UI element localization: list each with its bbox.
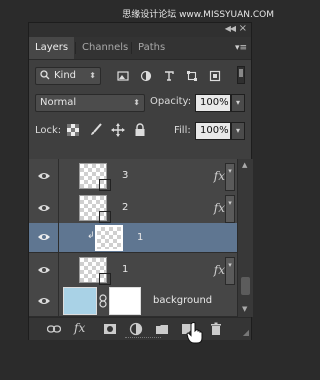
filter-toggle[interactable] xyxy=(237,66,245,84)
layer-thumbnail xyxy=(95,225,123,251)
panel-title-bar: ◀◀ × xyxy=(29,23,251,37)
chevron-updown-icon: ⬍ xyxy=(89,71,96,80)
row-separator xyxy=(58,223,59,252)
lock-label: Lock: xyxy=(35,125,62,136)
expand-effects-arrow[interactable]: ▾ xyxy=(225,195,235,223)
tab-paths[interactable]: Paths xyxy=(132,37,171,59)
tab-layers[interactable]: Layers xyxy=(29,37,75,59)
blend-mode-value: Normal xyxy=(40,97,77,108)
clipping-mask-arrow-icon: ↲ xyxy=(87,231,95,241)
corner-resize-grip-icon[interactable]: ◢ xyxy=(243,328,249,337)
mask-link-icon[interactable] xyxy=(99,294,107,308)
visibility-eye-icon[interactable] xyxy=(37,171,51,181)
row-separator xyxy=(58,285,59,316)
layer-row-1-selected[interactable]: ↲ 1 xyxy=(29,223,237,253)
new-adjustment-layer-icon[interactable] xyxy=(129,322,143,336)
collapse-icon[interactable]: ◀◀ xyxy=(225,24,236,33)
panel-resize-grip[interactable] xyxy=(125,337,161,340)
opacity-slider-button[interactable]: ▾ xyxy=(231,94,245,112)
visibility-eye-icon[interactable] xyxy=(37,265,51,275)
scroll-down-icon[interactable]: ▼ xyxy=(242,305,247,313)
panel-tabs: Layers Channels Paths ▾≡ xyxy=(29,37,251,60)
fill-input[interactable]: 100% xyxy=(195,122,231,140)
layer-row-3[interactable]: 3 fx ▾ xyxy=(29,159,237,195)
panel-menu-icon[interactable]: ▾≡ xyxy=(235,43,247,53)
row-separator xyxy=(58,253,59,288)
hand-pointer-cursor-icon xyxy=(186,322,203,344)
opacity-label: Opacity: xyxy=(150,96,192,107)
fill-slider-button[interactable]: ▾ xyxy=(231,122,245,140)
background-thumbnail xyxy=(63,287,97,315)
lock-image-pixels-icon[interactable] xyxy=(89,123,103,137)
layer-name[interactable]: 1 xyxy=(122,264,128,275)
row-separator xyxy=(58,159,59,194)
scroll-up-icon[interactable]: ▲ xyxy=(242,161,247,169)
add-layer-mask-icon[interactable] xyxy=(103,322,117,336)
expand-effects-arrow[interactable]: ▾ xyxy=(225,257,235,285)
layer-name[interactable]: 1 xyxy=(137,232,143,243)
type-filter-icon[interactable] xyxy=(163,70,175,82)
vector-mask-badge xyxy=(99,273,111,285)
layer-effects-icon[interactable]: fx xyxy=(214,201,225,215)
filter-kind-label: Kind xyxy=(54,70,77,81)
layer-name[interactable]: 2 xyxy=(122,202,128,213)
layer-row-1[interactable]: 1 fx ▾ xyxy=(29,253,237,289)
watermark: 思缘设计论坛 www.MISSYUAN.COM xyxy=(122,10,274,20)
visibility-eye-icon[interactable] xyxy=(37,296,51,306)
chevron-updown-icon: ⬍ xyxy=(133,98,140,107)
delete-layer-trash-icon[interactable] xyxy=(209,322,223,336)
layer-effects-icon[interactable]: fx xyxy=(214,169,225,183)
tab-channels[interactable]: Channels xyxy=(76,37,134,59)
close-icon[interactable]: × xyxy=(239,23,247,34)
visibility-eye-icon[interactable] xyxy=(37,203,51,213)
layers-list: 3 fx ▾ 2 fx ▾ ↲ 1 1 fx ▾ background xyxy=(29,159,237,317)
blend-mode-dropdown[interactable]: Normal ⬍ xyxy=(35,94,145,112)
fill-label: Fill: xyxy=(174,125,191,136)
layers-scrollbar[interactable]: ▲ ▼ xyxy=(237,159,253,317)
vector-mask-badge xyxy=(99,211,111,223)
layers-bottom-toolbar: fx ◢ xyxy=(29,317,251,340)
add-layer-style-icon[interactable]: fx xyxy=(74,321,85,335)
shape-filter-icon[interactable] xyxy=(186,70,198,82)
lock-transparent-pixels-icon[interactable] xyxy=(67,124,79,136)
adjustment-filter-icon[interactable] xyxy=(140,70,152,82)
layer-name[interactable]: background xyxy=(153,295,212,306)
layers-panel: ◀◀ × Layers Channels Paths ▾≡ Kind ⬍ Nor… xyxy=(28,22,253,340)
search-icon xyxy=(40,68,50,88)
lock-position-icon[interactable] xyxy=(111,123,125,137)
layer-effects-icon[interactable]: fx xyxy=(214,263,225,277)
layer-row-2[interactable]: 2 fx ▾ xyxy=(29,191,237,227)
layer-name[interactable]: 3 xyxy=(122,170,128,181)
expand-effects-arrow[interactable]: ▾ xyxy=(225,163,235,191)
visibility-eye-icon[interactable] xyxy=(37,232,51,242)
filter-kind-dropdown[interactable]: Kind ⬍ xyxy=(35,67,101,85)
opacity-input[interactable]: 100% xyxy=(195,94,231,112)
smart-object-filter-icon[interactable] xyxy=(209,70,221,82)
layer-mask-thumbnail[interactable] xyxy=(109,287,141,315)
image-filter-icon[interactable] xyxy=(117,70,129,82)
scrollbar-thumb[interactable] xyxy=(241,277,250,295)
vector-mask-badge xyxy=(99,179,111,191)
lock-all-icon[interactable] xyxy=(134,123,146,137)
filter-toggle-knob xyxy=(239,69,243,77)
layer-row-background[interactable]: background xyxy=(29,285,237,317)
row-separator xyxy=(58,191,59,226)
link-layers-icon[interactable] xyxy=(47,322,61,336)
new-group-folder-icon[interactable] xyxy=(155,322,169,336)
